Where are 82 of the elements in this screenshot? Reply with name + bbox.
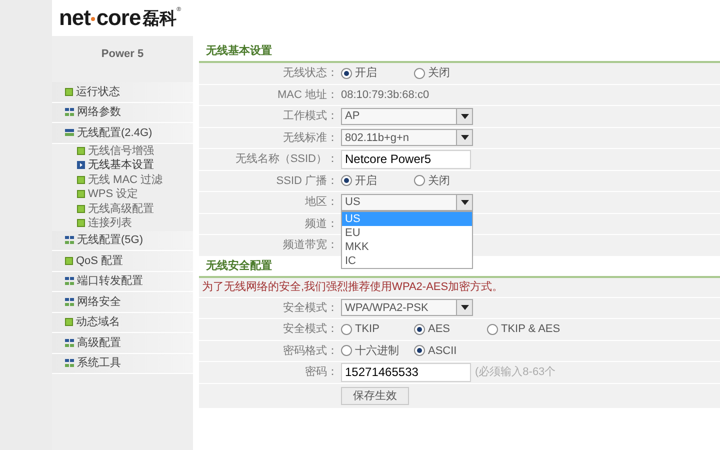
radio-button[interactable]: [341, 324, 352, 335]
arrow-icon: [77, 161, 85, 170]
field-label: 工作模式：: [283, 109, 338, 124]
radio-label: 开启: [355, 66, 377, 81]
grid-icon: [65, 298, 74, 306]
dropdown-option[interactable]: EU: [342, 226, 472, 240]
radio-button[interactable]: [341, 345, 352, 356]
field-label: 无线名称（SSID）：: [235, 152, 338, 167]
field-label: MAC 地址：: [278, 88, 338, 102]
square-icon: [77, 176, 85, 184]
field-label: SSID 广播：: [276, 174, 338, 188]
radio-label: TKIP & AES: [501, 322, 560, 337]
nav-subitem[interactable]: WPS 设定: [52, 187, 193, 202]
radio-button[interactable]: [414, 175, 425, 186]
nav-item[interactable]: 系统工具: [52, 354, 193, 374]
dropdown-option[interactable]: IC: [342, 254, 472, 268]
grid-icon: [65, 277, 74, 286]
radio-label: TKIP: [355, 322, 380, 337]
square-icon: [65, 256, 73, 265]
radio-button[interactable]: [414, 345, 425, 356]
grid-icon: [65, 108, 74, 116]
field-label: 频道：: [305, 216, 338, 232]
nav-subitem[interactable]: 无线高级配置: [52, 202, 193, 216]
caret-icon: [456, 130, 472, 146]
caret-icon: [456, 108, 472, 124]
dropdown-select[interactable]: 802.11b+g+n: [341, 129, 473, 146]
radio-button[interactable]: [341, 175, 352, 186]
nav-subitem[interactable]: 无线 MAC 过滤: [52, 172, 193, 187]
text-field[interactable]: Netcore Power5: [341, 150, 471, 169]
nav-item[interactable]: 无线配置(2.4G): [52, 123, 193, 144]
radio-label: 开启: [355, 174, 377, 188]
dropdown-select[interactable]: AP: [341, 108, 473, 125]
dropdown-option[interactable]: MKK: [342, 240, 472, 254]
radio-label: 关闭: [428, 66, 450, 81]
field-label: 无线标准：: [283, 130, 338, 146]
square-icon: [77, 219, 85, 228]
grid-icon: [65, 236, 74, 244]
square-icon: [65, 318, 73, 326]
nav-item[interactable]: 动态域名: [52, 312, 193, 333]
radio-label: 关闭: [428, 174, 450, 188]
radio-label: ASCII: [428, 344, 457, 358]
section-title: 无线安全配置: [206, 258, 272, 274]
nav-item[interactable]: 高级配置: [52, 333, 193, 354]
field-label: 安全模式：: [283, 300, 338, 316]
section-title: 无线基本设置: [206, 44, 272, 60]
square-icon: [77, 204, 85, 213]
field-label: 频道带宽：: [283, 238, 338, 253]
radio-button[interactable]: [414, 324, 425, 335]
field-label: 地区：: [305, 195, 338, 210]
square-icon: [65, 88, 73, 96]
dropdown-select[interactable]: US: [341, 194, 473, 211]
nav-subitem[interactable]: 无线信号增强: [52, 144, 193, 158]
grid-icon: [65, 359, 74, 368]
security-notice: 为了无线网络的安全,我们强烈推荐使用WPA2-AES加密方式。: [202, 280, 504, 295]
save-button[interactable]: 保存生效: [341, 386, 409, 404]
device-name: Power 5: [101, 46, 144, 62]
radio-label: AES: [428, 322, 450, 337]
nav-item[interactable]: 运行状态: [52, 82, 193, 102]
dropdown-select[interactable]: WPA/WPA2-PSK: [341, 299, 473, 316]
nav-item[interactable]: 网络参数: [52, 102, 193, 123]
nav-subitem[interactable]: 连接列表: [52, 216, 193, 230]
collapse-icon: [65, 129, 74, 136]
field-label: 密码：: [305, 364, 338, 380]
radio-label: 十六进制: [355, 344, 399, 358]
nav-item[interactable]: QoS 配置: [52, 251, 193, 272]
nav-subitem[interactable]: 无线基本设置: [52, 158, 193, 172]
text-field[interactable]: 15271465533: [341, 362, 471, 382]
radio-button[interactable]: [414, 68, 425, 79]
mac-value: 08:10:79:3b:68:c0: [341, 88, 430, 102]
grid-icon: [65, 338, 74, 347]
field-label: 无线状态：: [283, 66, 338, 81]
field-label: 密码格式：: [283, 344, 338, 358]
nav-item[interactable]: 网络安全: [52, 292, 193, 312]
nav-item[interactable]: 无线配置(5G): [52, 230, 193, 251]
radio-button[interactable]: [487, 324, 498, 335]
nav-item[interactable]: 端口转发配置: [52, 272, 193, 292]
radio-button[interactable]: [341, 68, 352, 79]
hint-text: (必须输入8-63个: [475, 364, 556, 380]
caret-icon: [456, 300, 472, 316]
field-label: 安全模式：: [283, 322, 338, 337]
square-icon: [77, 190, 85, 198]
square-icon: [77, 146, 85, 155]
